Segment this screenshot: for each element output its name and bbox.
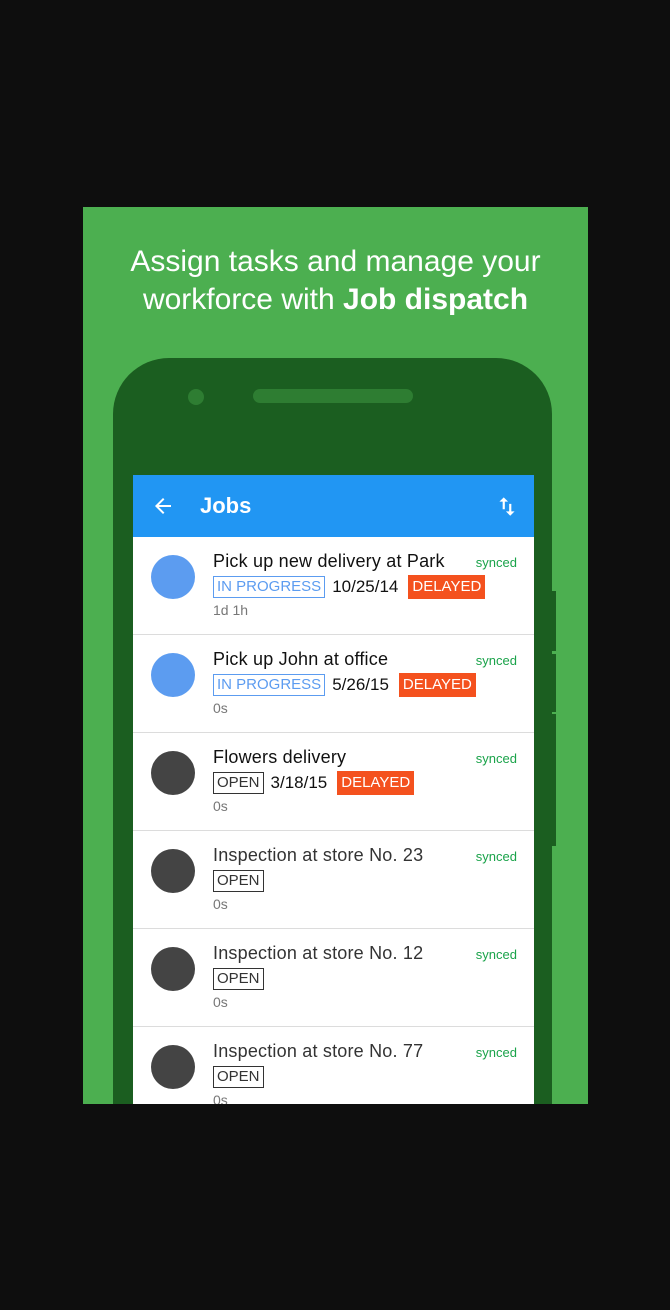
headline-product-name: Job dispatch	[343, 283, 529, 316]
job-avatar	[151, 1045, 195, 1089]
job-duration: 0s	[213, 798, 228, 814]
job-date: 5/26/15	[332, 675, 389, 694]
job-date: 10/25/14	[332, 577, 399, 596]
job-duration: 0s	[213, 994, 228, 1010]
headline-line-2: workforce with Job dispatch	[83, 281, 588, 319]
job-meta: OPEN 3/18/15 DELAYED	[213, 771, 415, 795]
sync-status: synced	[475, 751, 517, 766]
promo-banner: Assign tasks and manage your workforce w…	[83, 207, 588, 1104]
job-meta: IN PROGRESS 5/26/15 DELAYED	[213, 673, 476, 697]
job-meta: OPEN	[213, 1065, 271, 1089]
job-avatar	[151, 653, 195, 697]
job-title: Inspection at store No. 23	[213, 845, 424, 865]
job-list-item[interactable]: Pick up John at office synced IN PROGRESS 5…	[133, 635, 534, 733]
job-list: Pick up new delivery at Park synced IN PRO…	[133, 537, 534, 1104]
job-title: Flowers delivery	[213, 747, 347, 767]
promo-headline: Assign tasks and manage your workforce w…	[83, 243, 588, 319]
headline-line-2-prefix: workforce with	[142, 283, 344, 316]
job-title: Inspection at store No. 77	[213, 1041, 424, 1061]
app-screen: Jobs Pick up new delivery at Park synced I…	[133, 475, 534, 1104]
job-title: Inspection at store No. 12	[213, 943, 424, 963]
phone-speaker	[253, 389, 413, 403]
status-badge: OPEN	[213, 870, 264, 892]
job-title: Pick up John at office	[213, 649, 389, 669]
job-meta: OPEN	[213, 967, 271, 991]
delayed-badge: DELAYED	[408, 575, 486, 599]
job-duration: 0s	[213, 1092, 228, 1104]
status-badge: OPEN	[213, 968, 264, 990]
job-list-item[interactable]: Pick up new delivery at Park synced IN PRO…	[133, 537, 534, 635]
job-avatar	[151, 947, 195, 991]
job-avatar	[151, 555, 195, 599]
phone-power-button	[550, 714, 556, 846]
sync-status: synced	[475, 1045, 517, 1060]
job-list-item[interactable]: Inspection at store No. 12 synced OPEN 0s	[133, 929, 534, 1027]
job-list-item[interactable]: Inspection at store No. 23 synced OPEN 0s	[133, 831, 534, 929]
phone-volume-up-button	[550, 591, 556, 651]
page-title: Jobs	[200, 493, 252, 518]
job-duration: 0s	[213, 700, 228, 716]
sync-status: synced	[475, 653, 517, 668]
status-badge: IN PROGRESS	[213, 576, 326, 598]
phone-camera	[188, 389, 204, 405]
arrow-left-icon[interactable]	[151, 494, 175, 518]
status-badge: OPEN	[213, 1066, 264, 1088]
job-duration: 1d 1h	[213, 602, 249, 618]
headline-line-1: Assign tasks and manage your	[130, 245, 541, 278]
sync-status: synced	[475, 947, 517, 962]
job-meta: OPEN	[213, 869, 271, 893]
job-title: Pick up new delivery at Park	[213, 551, 445, 571]
app-bar: Jobs	[133, 475, 534, 537]
job-list-item[interactable]: Inspection at store No. 77 synced OPEN 0s	[133, 1027, 534, 1104]
job-duration: 0s	[213, 896, 228, 912]
job-list-item[interactable]: Flowers delivery synced OPEN 3/18/15 DELAYED…	[133, 733, 534, 831]
job-date: 3/18/15	[270, 773, 328, 792]
status-badge: OPEN	[213, 772, 264, 794]
sort-arrows-icon[interactable]	[494, 493, 520, 519]
sync-status: synced	[475, 555, 517, 570]
delayed-badge: DELAYED	[337, 771, 415, 795]
job-meta: IN PROGRESS 10/25/14 DELAYED	[213, 575, 486, 599]
status-badge: IN PROGRESS	[213, 674, 326, 696]
sync-status: synced	[475, 849, 517, 864]
phone-frame: Jobs Pick up new delivery at Park synced I…	[113, 358, 556, 1104]
delayed-badge: DELAYED	[398, 673, 476, 697]
job-avatar	[151, 751, 195, 795]
phone-volume-down-button	[550, 654, 556, 712]
job-avatar	[151, 849, 195, 893]
